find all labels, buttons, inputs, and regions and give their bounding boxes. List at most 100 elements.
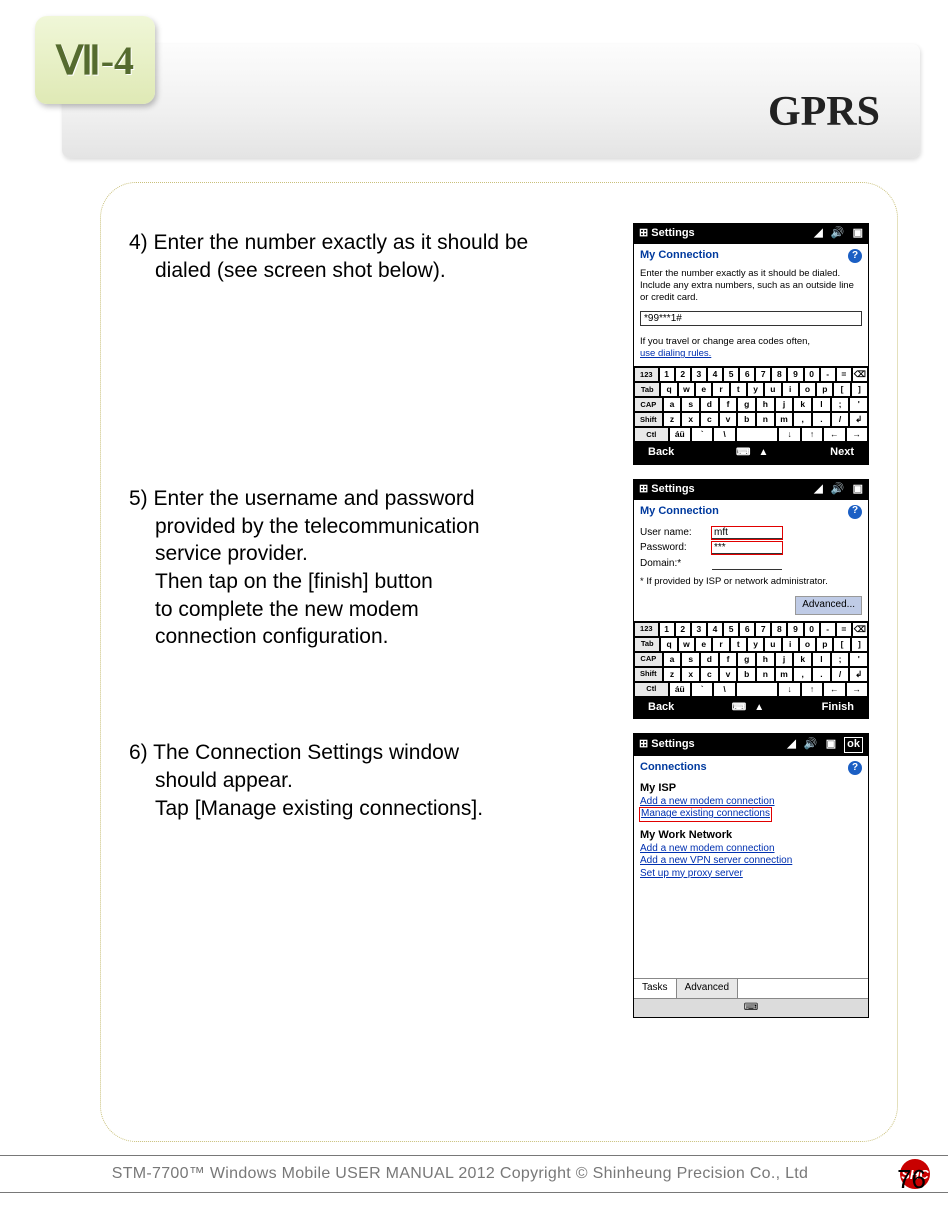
key[interactable]: Tab xyxy=(634,637,660,652)
key[interactable]: g xyxy=(737,652,756,667)
ok-button[interactable]: ok xyxy=(844,737,863,753)
work-add-modem-link[interactable]: Add a new modem connection xyxy=(640,843,775,854)
key[interactable]: z xyxy=(663,412,682,427)
key[interactable]: . xyxy=(812,667,831,682)
key[interactable]: Tab xyxy=(634,382,660,397)
key[interactable]: p xyxy=(816,382,833,397)
key[interactable]: / xyxy=(831,412,850,427)
key[interactable]: l xyxy=(812,652,831,667)
key[interactable]: u xyxy=(764,382,781,397)
work-proxy-link[interactable]: Set up my proxy server xyxy=(640,868,743,879)
keyboard-icon[interactable]: ⌨ xyxy=(744,1002,758,1013)
key[interactable]: = xyxy=(836,622,852,637)
key[interactable]: áü xyxy=(669,427,691,442)
key[interactable]: v xyxy=(719,667,738,682)
key[interactable]: e xyxy=(695,637,712,652)
isp-add-modem-link[interactable]: Add a new modem connection xyxy=(640,796,775,807)
phone1-next-button[interactable]: Next xyxy=(830,446,854,460)
key[interactable]: b xyxy=(737,667,756,682)
key[interactable]: [ xyxy=(833,382,850,397)
keyboard-icon[interactable]: ⌨ xyxy=(736,447,750,458)
key[interactable]: → xyxy=(846,427,868,442)
key[interactable]: 8 xyxy=(771,622,787,637)
key[interactable]: q xyxy=(660,637,677,652)
advanced-button[interactable]: Advanced... xyxy=(795,596,862,615)
key[interactable]: w xyxy=(678,637,695,652)
key[interactable]: ↓ xyxy=(778,682,800,697)
key[interactable]: ← xyxy=(823,682,845,697)
key[interactable]: e xyxy=(695,382,712,397)
key[interactable]: d xyxy=(700,652,719,667)
key[interactable]: 5 xyxy=(723,622,739,637)
dial-number-input[interactable] xyxy=(640,311,862,326)
key[interactable]: r xyxy=(712,382,729,397)
key[interactable]: Shift xyxy=(634,412,663,427)
key[interactable]: i xyxy=(782,637,799,652)
key[interactable]: ] xyxy=(851,382,868,397)
key[interactable]: t xyxy=(730,382,747,397)
key[interactable]: 7 xyxy=(755,367,771,382)
key[interactable]: ← xyxy=(823,427,845,442)
key[interactable]: 0 xyxy=(804,622,820,637)
username-input[interactable] xyxy=(712,527,782,539)
key[interactable]: \ xyxy=(713,427,735,442)
key[interactable]: ⌫ xyxy=(852,367,868,382)
key[interactable]: w xyxy=(678,382,695,397)
key[interactable]: 9 xyxy=(787,622,803,637)
key[interactable] xyxy=(736,427,779,442)
tab-advanced[interactable]: Advanced xyxy=(677,979,738,998)
key[interactable]: Ctl xyxy=(634,427,669,442)
key[interactable]: 0 xyxy=(804,367,820,382)
up-icon[interactable]: ▲ xyxy=(754,702,764,713)
key[interactable]: , xyxy=(793,667,812,682)
key[interactable]: ; xyxy=(831,652,850,667)
help-icon[interactable]: ? xyxy=(848,505,862,519)
on-screen-keyboard[interactable]: 1231234567890-=⌫ Tabqwertyuiop[] CAPasdf… xyxy=(634,366,868,442)
key[interactable]: a xyxy=(663,652,682,667)
key[interactable]: p xyxy=(816,637,833,652)
key[interactable]: i xyxy=(782,382,799,397)
phone1-back-button[interactable]: Back xyxy=(648,446,674,460)
key[interactable]: 8 xyxy=(771,367,787,382)
key[interactable]: y xyxy=(747,382,764,397)
key[interactable]: g xyxy=(737,397,756,412)
key[interactable]: 1 xyxy=(659,622,675,637)
key[interactable]: ↲ xyxy=(849,412,868,427)
key[interactable]: x xyxy=(681,667,700,682)
key[interactable]: ` xyxy=(691,427,713,442)
key[interactable]: ' xyxy=(849,652,868,667)
key[interactable]: d xyxy=(700,397,719,412)
key[interactable]: t xyxy=(730,637,747,652)
key[interactable]: / xyxy=(831,667,850,682)
key[interactable]: o xyxy=(799,637,816,652)
key[interactable]: ⌫ xyxy=(852,622,868,637)
key[interactable]: . xyxy=(812,412,831,427)
tab-tasks[interactable]: Tasks xyxy=(634,979,677,998)
key[interactable]: CAP xyxy=(634,397,663,412)
key[interactable]: 2 xyxy=(675,367,691,382)
key[interactable]: v xyxy=(719,412,738,427)
key[interactable]: h xyxy=(756,652,775,667)
phone2-back-button[interactable]: Back xyxy=(648,701,674,715)
key[interactable]: áü xyxy=(669,682,691,697)
key[interactable]: c xyxy=(700,667,719,682)
key[interactable]: CAP xyxy=(634,652,663,667)
key[interactable]: u xyxy=(764,637,781,652)
key[interactable]: z xyxy=(663,667,682,682)
key[interactable]: q xyxy=(660,382,677,397)
key[interactable]: f xyxy=(719,397,738,412)
key[interactable]: k xyxy=(793,652,812,667)
key[interactable]: 5 xyxy=(723,367,739,382)
key[interactable]: f xyxy=(719,652,738,667)
key[interactable]: j xyxy=(775,652,794,667)
dialing-rules-link[interactable]: use dialing rules. xyxy=(640,348,711,359)
key[interactable]: j xyxy=(775,397,794,412)
phone2-finish-button[interactable]: Finish xyxy=(822,701,854,715)
manage-existing-connections-link[interactable]: Manage existing connections xyxy=(640,808,771,821)
key[interactable]: - xyxy=(820,622,836,637)
key[interactable]: 6 xyxy=(739,622,755,637)
key[interactable]: \ xyxy=(713,682,735,697)
key[interactable]: b xyxy=(737,412,756,427)
key[interactable]: ` xyxy=(691,682,713,697)
key[interactable]: y xyxy=(747,637,764,652)
